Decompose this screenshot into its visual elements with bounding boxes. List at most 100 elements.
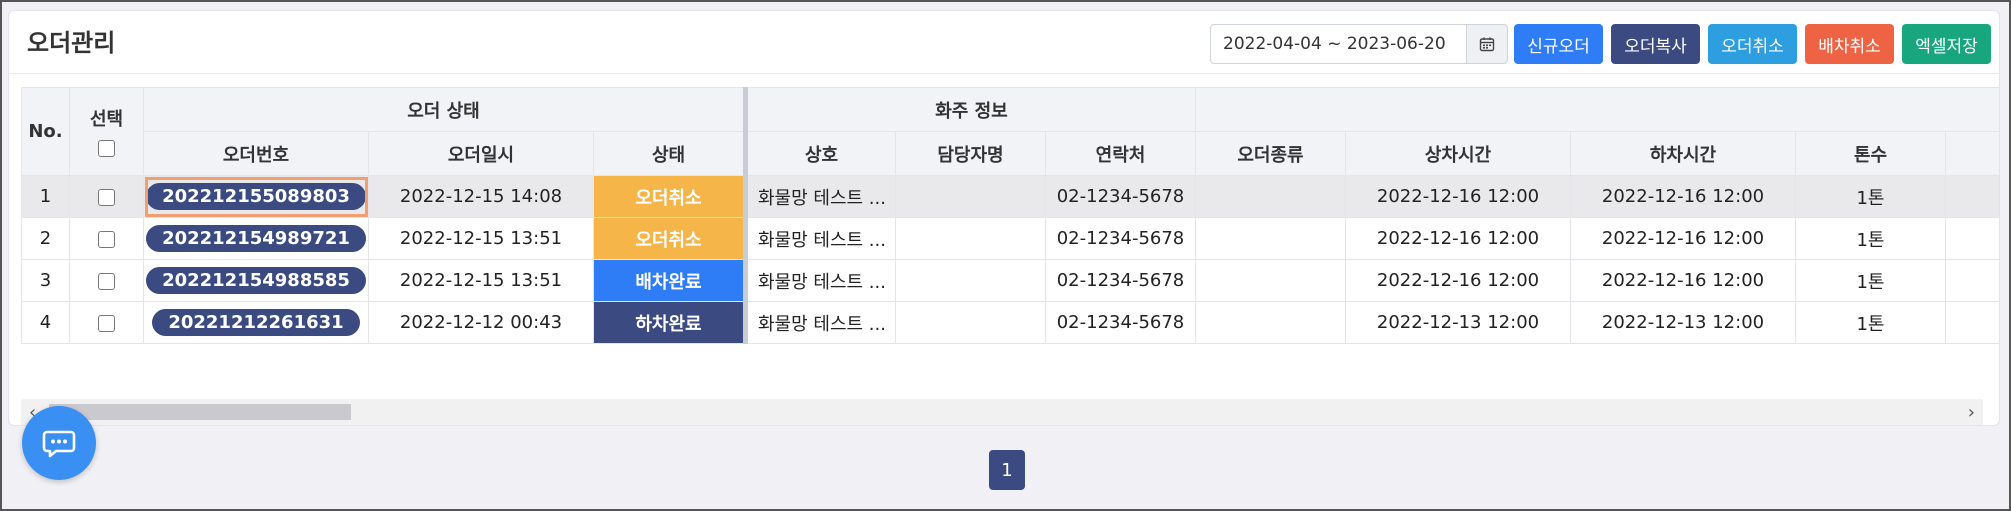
header-contact: 연락처 (1045, 131, 1196, 176)
row-load-time: 2022-12-16 12:00 (1345, 217, 1571, 260)
row-manager (895, 175, 1046, 218)
table-row[interactable]: 1 202212155089803 2022-12-15 14:08 오더취소 화물망 … (21, 175, 1999, 218)
row-load-time: 2022-12-16 12:00 (1345, 259, 1571, 302)
date-range-input[interactable]: 2022-04-04 ~ 2023-06-20 (1210, 24, 1466, 64)
group-header-order-status: 오더 상태 (143, 87, 748, 132)
header-tonnage: 톤수 (1795, 131, 1946, 176)
group-header-shipper-info: 화주 정보 (745, 87, 1196, 132)
new-order-button[interactable]: 신규오더 (1514, 24, 1603, 64)
cancel-dispatch-button[interactable]: 배차취소 (1805, 24, 1894, 64)
row-select[interactable] (69, 301, 144, 344)
row-no: 3 (21, 259, 70, 302)
scrollbar-thumb[interactable] (49, 404, 351, 420)
header-load-time: 상차시간 (1345, 131, 1571, 176)
row-select[interactable] (69, 259, 144, 302)
order-table: No. 선택 오더 상태 화주 정보 오더번호 오더일시 상태 상호 담당자명 … (21, 87, 1999, 344)
chat-button[interactable] (22, 406, 96, 480)
cancel-order-button[interactable]: 오더취소 (1708, 24, 1797, 64)
row-checkbox[interactable] (98, 230, 115, 248)
row-order-type (1195, 301, 1346, 344)
row-contact: 02-1234-5678 (1045, 301, 1196, 344)
row-order-no: 20221212261631 (143, 301, 369, 344)
order-number-link[interactable]: 20221212261631 (152, 309, 360, 336)
row-extra (1944, 175, 1999, 218)
chat-icon (42, 430, 76, 458)
row-company: 화물망 테스트 ... (745, 217, 896, 260)
header-manager: 담당자명 (895, 131, 1046, 176)
header-extra (1944, 131, 1999, 176)
row-order-type (1195, 259, 1346, 302)
row-status: 배차완료 (593, 259, 748, 302)
header-order-date: 오더일시 (368, 131, 594, 176)
header-select: 선택 (69, 87, 144, 176)
row-checkbox[interactable] (98, 188, 115, 206)
row-select[interactable] (69, 175, 144, 218)
order-table-container: No. 선택 오더 상태 화주 정보 오더번호 오더일시 상태 상호 담당자명 … (21, 87, 1999, 355)
header-order-no: 오더번호 (143, 131, 369, 176)
row-order-no: 202212154988585 (143, 259, 369, 302)
row-load-time: 2022-12-16 12:00 (1345, 175, 1571, 218)
row-manager (895, 217, 1046, 260)
row-status: 오더취소 (593, 175, 748, 218)
row-checkbox[interactable] (98, 272, 115, 290)
copy-order-button[interactable]: 오더복사 (1611, 24, 1700, 64)
horizontal-scrollbar[interactable]: ‹ › (21, 399, 1983, 425)
page-title: 오더관리 (27, 29, 116, 57)
row-company: 화물망 테스트 ... (745, 301, 896, 344)
header-select-label: 선택 (89, 109, 124, 130)
date-range-picker[interactable]: 2022-04-04 ~ 2023-06-20 (1210, 24, 1508, 64)
order-number-link[interactable]: 202212154989721 (146, 225, 366, 252)
excel-save-button[interactable]: 엑셀저장 (1902, 24, 1991, 64)
row-tonnage: 1톤 (1795, 175, 1946, 218)
row-order-date: 2022-12-12 00:43 (368, 301, 594, 344)
row-unload-time: 2022-12-16 12:00 (1570, 259, 1796, 302)
row-order-date: 2022-12-15 13:51 (368, 217, 594, 260)
row-status: 하차완료 (593, 301, 748, 344)
row-unload-time: 2022-12-16 12:00 (1570, 175, 1796, 218)
row-extra (1944, 217, 1999, 260)
table-row[interactable]: 3 202212154988585 2022-12-15 13:51 배차완료 화물망 … (21, 259, 1999, 302)
row-contact: 02-1234-5678 (1045, 175, 1196, 218)
order-number-link[interactable]: 202212154988585 (146, 267, 366, 294)
row-load-time: 2022-12-13 12:00 (1345, 301, 1571, 344)
row-tonnage: 1톤 (1795, 217, 1946, 260)
header-unload-time: 하차시간 (1570, 131, 1796, 176)
row-order-type (1195, 175, 1346, 218)
row-order-date: 2022-12-15 14:08 (368, 175, 594, 218)
row-no: 4 (21, 301, 70, 344)
table-row[interactable]: 4 20221212261631 2022-12-12 00:43 하차완료 화물망 테… (21, 301, 1999, 344)
row-company: 화물망 테스트 ... (745, 175, 896, 218)
row-no: 1 (21, 175, 70, 218)
row-contact: 02-1234-5678 (1045, 217, 1196, 260)
row-order-date: 2022-12-15 13:51 (368, 259, 594, 302)
row-company: 화물망 테스트 ... (745, 259, 896, 302)
group-header-empty (1194, 87, 1999, 132)
page-button-current[interactable]: 1 (989, 450, 1025, 490)
row-checkbox[interactable] (98, 314, 115, 332)
row-order-no: 202212155089803 (143, 175, 369, 218)
row-contact: 02-1234-5678 (1045, 259, 1196, 302)
row-tonnage: 1톤 (1795, 259, 1946, 302)
row-tonnage: 1톤 (1795, 301, 1946, 344)
chevron-right-icon[interactable]: › (1968, 402, 1975, 423)
row-extra (1944, 259, 1999, 302)
header-status: 상태 (593, 131, 748, 176)
header-order-type: 오더종류 (1195, 131, 1346, 176)
row-manager (895, 259, 1046, 302)
row-status: 오더취소 (593, 217, 748, 260)
header-no: No. (21, 87, 70, 176)
row-order-type (1195, 217, 1346, 260)
order-number-link[interactable]: 202212155089803 (146, 183, 366, 210)
row-no: 2 (21, 217, 70, 260)
row-manager (895, 301, 1046, 344)
header-divider (9, 73, 1999, 74)
row-unload-time: 2022-12-16 12:00 (1570, 217, 1796, 260)
table-row[interactable]: 2 202212154989721 2022-12-15 13:51 오더취소 화물망 … (21, 217, 1999, 260)
row-extra (1944, 301, 1999, 344)
header-company: 상호 (745, 131, 896, 176)
calendar-button[interactable] (1466, 24, 1508, 64)
row-order-no: 202212154989721 (143, 217, 369, 260)
row-unload-time: 2022-12-13 12:00 (1570, 301, 1796, 344)
row-select[interactable] (69, 217, 144, 260)
select-all-checkbox[interactable] (98, 139, 115, 157)
